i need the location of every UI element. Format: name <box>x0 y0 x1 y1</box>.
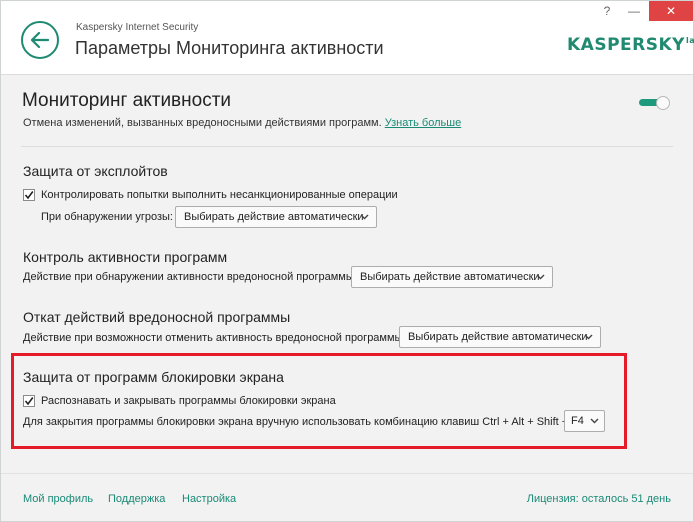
module-description: Отмена изменений, вызванных вредоносными… <box>23 117 461 129</box>
module-description-text: Отмена изменений, вызванных вредоносными… <box>23 117 382 129</box>
logo-lab: lab <box>685 36 694 46</box>
window-controls: ? — ✕ <box>597 1 693 21</box>
module-title: Мониторинг активности <box>22 90 232 111</box>
chevron-down-icon <box>584 334 593 340</box>
rollback-title: Откат действий вредоносной программы <box>23 309 291 325</box>
settings-link[interactable]: Настройка <box>182 493 236 505</box>
threat-action-select[interactable]: Выбирать действие автоматически <box>175 206 377 228</box>
arrow-left-icon <box>31 32 49 48</box>
threat-action-label: При обнаружении угрозы: <box>41 211 173 223</box>
highlight-frame <box>11 353 627 449</box>
settings-window: Kaspersky Internet Security Параметры Мо… <box>0 0 694 522</box>
chevron-down-icon <box>360 214 369 220</box>
logo-text: KASPERSKY <box>567 35 685 55</box>
activity-control-select[interactable]: Выбирать действие автоматически <box>351 266 553 288</box>
my-profile-link[interactable]: Мой профиль <box>23 493 93 505</box>
license-status: Лицензия: осталось 51 день <box>526 493 671 505</box>
activity-control-title: Контроль активности программ <box>23 249 228 265</box>
rollback-value: Выбирать действие автоматически <box>408 331 588 343</box>
toggle-knob <box>656 96 670 110</box>
exploit-control-checkbox[interactable] <box>23 189 35 201</box>
support-link[interactable]: Поддержка <box>108 493 165 505</box>
footer-divider <box>1 473 693 474</box>
exploit-protection-title: Защита от эксплойтов <box>23 163 168 179</box>
chevron-down-icon <box>536 274 545 280</box>
help-button[interactable]: ? <box>597 1 617 21</box>
kaspersky-logo: KASPERSKYlab <box>567 35 694 55</box>
learn-more-link[interactable]: Узнать больше <box>385 117 461 129</box>
activity-control-label: Действие при обнаружении активности вред… <box>23 271 357 283</box>
app-name: Kaspersky Internet Security <box>76 22 199 33</box>
checkmark-icon <box>24 191 34 200</box>
threat-action-value: Выбирать действие автоматически <box>184 211 364 223</box>
window-header: Kaspersky Internet Security Параметры Мо… <box>1 1 694 75</box>
close-button[interactable]: ✕ <box>649 1 693 21</box>
page-title: Параметры Мониторинга активности <box>75 38 384 58</box>
back-button[interactable] <box>21 21 59 59</box>
activity-control-value: Выбирать действие автоматически <box>360 271 540 283</box>
module-toggle[interactable] <box>639 96 671 110</box>
rollback-label: Действие при возможности отменить активн… <box>23 332 406 344</box>
divider <box>21 146 673 147</box>
exploit-control-label: Контролировать попытки выполнить несанкц… <box>41 189 398 201</box>
rollback-select[interactable]: Выбирать действие автоматически <box>399 326 601 348</box>
minimize-button[interactable]: — <box>623 1 645 21</box>
